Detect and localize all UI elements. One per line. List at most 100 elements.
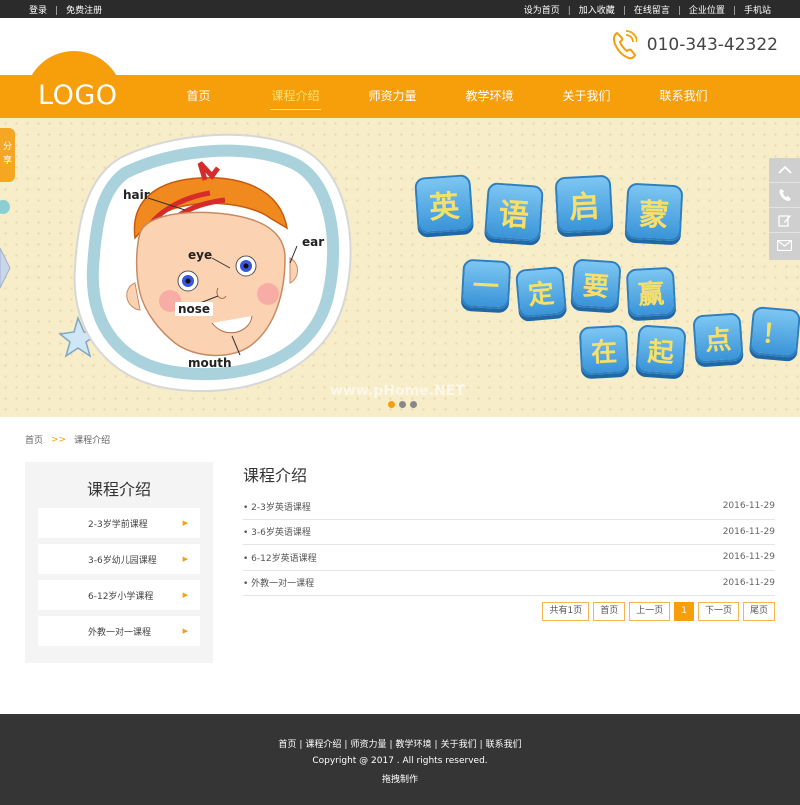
label-ear: ear <box>302 235 325 249</box>
list-item-title-text: 6-12岁英语课程 <box>251 553 317 564</box>
sidebar-item-one-on-one[interactable]: 外教一对一课程 ▶ <box>38 616 200 646</box>
list-item[interactable]: • 外教一对一课程 2016-11-29 <box>243 571 775 596</box>
slide-indicators <box>388 401 417 408</box>
footer-link-teachers[interactable]: 师资力量 <box>347 740 389 750</box>
label-eye: eye <box>188 248 213 262</box>
slogan-tile: ！ <box>748 305 800 359</box>
breadcrumb-current[interactable]: 课程介绍 <box>74 433 110 446</box>
pager-prev-button[interactable]: 上一页 <box>629 602 671 621</box>
breadcrumb-home[interactable]: 首页 <box>25 433 43 446</box>
nav-item-teachers[interactable]: 师资力量 <box>344 75 441 118</box>
nav-item-contact[interactable]: 联系我们 <box>635 75 732 118</box>
list-item-title-text: 2-3岁英语课程 <box>251 502 311 513</box>
slogan-tile: 要 <box>570 258 622 310</box>
pager-current-page[interactable]: 1 <box>674 602 694 621</box>
list-item[interactable]: • 3-6岁英语课程 2016-11-29 <box>243 520 775 545</box>
phone-number: 010-343-42322 <box>646 35 778 55</box>
footer-link-courses[interactable]: 课程介绍 <box>302 740 344 750</box>
pagination: 共有1页 首页 上一页 1 下一页 尾页 <box>243 602 775 621</box>
login-link[interactable]: 登录 <box>25 6 51 16</box>
slogan-tile: 语 <box>484 182 544 242</box>
label-nose: nose <box>175 302 214 316</box>
pager-first-button[interactable]: 首页 <box>593 602 626 621</box>
credit: 拖拽制作 <box>381 775 418 785</box>
phone-icon <box>779 189 791 201</box>
top-bar: 登录 | 免费注册 设为首页 | 加入收藏 | 在线留言 | 企业位置 | 手机站 <box>0 0 800 18</box>
slogan-tile: 英 <box>414 174 474 234</box>
triangle-right-icon: ▶ <box>182 519 188 527</box>
triangle-right-icon: ▶ <box>182 555 188 563</box>
list-item-title-text: 外教一对一课程 <box>251 579 315 590</box>
list-item-title[interactable]: • 3-6岁英语课程 <box>243 525 311 538</box>
pager-last-button[interactable]: 尾页 <box>742 602 775 621</box>
sidebar-title: 课程介绍 <box>86 480 151 499</box>
content-area: 课程介绍 2-3岁学前课程 ▶ 3-6岁幼儿园课程 ▶ 6-12岁小学课程 ▶ 外教一… <box>0 462 800 714</box>
share-tab[interactable]: 分享 <box>0 128 15 182</box>
add-favorite-link[interactable]: 加入收藏 <box>575 6 619 16</box>
sidebar-item-label: 6-12岁小学课程 <box>88 591 154 602</box>
back-to-top-button[interactable] <box>769 158 800 183</box>
sidebar-item-2-3[interactable]: 2-3岁学前课程 ▶ <box>38 508 200 538</box>
watermark: www.pHome.NET <box>330 383 465 399</box>
slogan-tile: 点 <box>692 312 744 364</box>
nav-item-about[interactable]: 关于我们 <box>538 75 635 118</box>
nav-item-environment[interactable]: 教学环境 <box>441 75 538 118</box>
label-hair: hair <box>123 188 150 202</box>
footer-links: 首页 | 课程介绍 | 师资力量 | 教学环境 | 关于我们 | 联系我们 <box>0 737 800 750</box>
list-item-title[interactable]: • 外教一对一课程 <box>243 576 314 589</box>
footer: 首页 | 课程介绍 | 师资力量 | 教学环境 | 关于我们 | 联系我们 Copyright @ … <box>0 714 800 805</box>
nav-items: 首页 课程介绍 师资力量 教学环境 关于我们 联系我们 <box>150 75 732 118</box>
label-mouth: mouth <box>188 356 232 370</box>
list-item[interactable]: • 2-3岁英语课程 2016-11-29 <box>243 494 775 520</box>
list-item-date: 2016-11-29 <box>722 501 775 512</box>
logo[interactable]: LOGO <box>38 80 118 111</box>
float-mail-button[interactable] <box>769 233 800 258</box>
top-left-links: 登录 | 免费注册 <box>25 3 106 16</box>
list-item-title[interactable]: • 6-12岁英语课程 <box>243 551 317 564</box>
header: 010-343-42322 <box>0 18 800 75</box>
footer-link-contact[interactable]: 联系我们 <box>483 740 525 750</box>
sidebar-item-label: 2-3岁学前课程 <box>88 519 148 530</box>
slogan-tile: 起 <box>635 324 687 376</box>
main-nav: LOGO 首页 课程介绍 师资力量 教学环境 关于我们 联系我们 <box>0 51 800 118</box>
nav-item-home[interactable]: 首页 <box>150 75 247 118</box>
banner-slider[interactable]: hair eye ear nose mouth 英语启蒙一定要赢在起点！ 分享 … <box>0 118 800 417</box>
pager-next-button[interactable]: 下一页 <box>697 602 739 621</box>
main-list: 课程介绍 • 2-3岁英语课程 2016-11-29 • 3-6岁英语课程 2016… <box>243 462 775 621</box>
list-item-title[interactable]: • 2-3岁英语课程 <box>243 500 311 513</box>
phone-icon <box>612 30 637 60</box>
footer-link-about[interactable]: 关于我们 <box>438 740 480 750</box>
company-location-link[interactable]: 企业位置 <box>685 6 729 16</box>
mobile-site-link[interactable]: 手机站 <box>740 6 775 16</box>
slogan-tile: 赢 <box>625 266 677 318</box>
page-title: 课程介绍 <box>243 466 308 485</box>
triangle-right-icon: ▶ <box>182 627 188 635</box>
sidebar-item-6-12[interactable]: 6-12岁小学课程 ▶ <box>38 580 200 610</box>
slide-dot-3[interactable] <box>410 401 417 408</box>
triangle-right-icon: ▶ <box>182 591 188 599</box>
float-phone-button[interactable] <box>769 183 800 208</box>
float-edit-button[interactable] <box>769 208 800 233</box>
slide-dot-2[interactable] <box>399 401 406 408</box>
slogan-tile: 定 <box>514 265 568 319</box>
list-item[interactable]: • 6-12岁英语课程 2016-11-29 <box>243 545 775 571</box>
slide-dot-1[interactable] <box>388 401 395 408</box>
copyright: Copyright @ 2017 . All rights reserved. <box>312 756 488 766</box>
breadcrumb: 首页 >> 课程介绍 <box>0 417 800 462</box>
list-item-date: 2016-11-29 <box>722 526 775 537</box>
set-homepage-link[interactable]: 设为首页 <box>520 6 564 16</box>
footer-link-environment[interactable]: 教学环境 <box>393 740 435 750</box>
sidebar: 课程介绍 2-3岁学前课程 ▶ 3-6岁幼儿园课程 ▶ 6-12岁小学课程 ▶ 外教一… <box>25 462 213 663</box>
online-message-link[interactable]: 在线留言 <box>630 6 674 16</box>
top-right-links: 设为首页 | 加入收藏 | 在线留言 | 企业位置 | 手机站 <box>520 3 775 16</box>
chevron-up-icon <box>777 165 792 174</box>
list-item-date: 2016-11-29 <box>722 577 775 588</box>
register-link[interactable]: 免费注册 <box>62 6 106 16</box>
sidebar-item-3-6[interactable]: 3-6岁幼儿园课程 ▶ <box>38 544 200 574</box>
edit-icon <box>777 215 791 227</box>
list-item-title-text: 3-6岁英语课程 <box>251 528 311 539</box>
nav-item-courses[interactable]: 课程介绍 <box>247 75 344 118</box>
footer-link-home[interactable]: 首页 <box>275 740 299 750</box>
slogan-tile: 启 <box>554 174 614 234</box>
sidebar-item-label: 外教一对一课程 <box>88 627 152 638</box>
